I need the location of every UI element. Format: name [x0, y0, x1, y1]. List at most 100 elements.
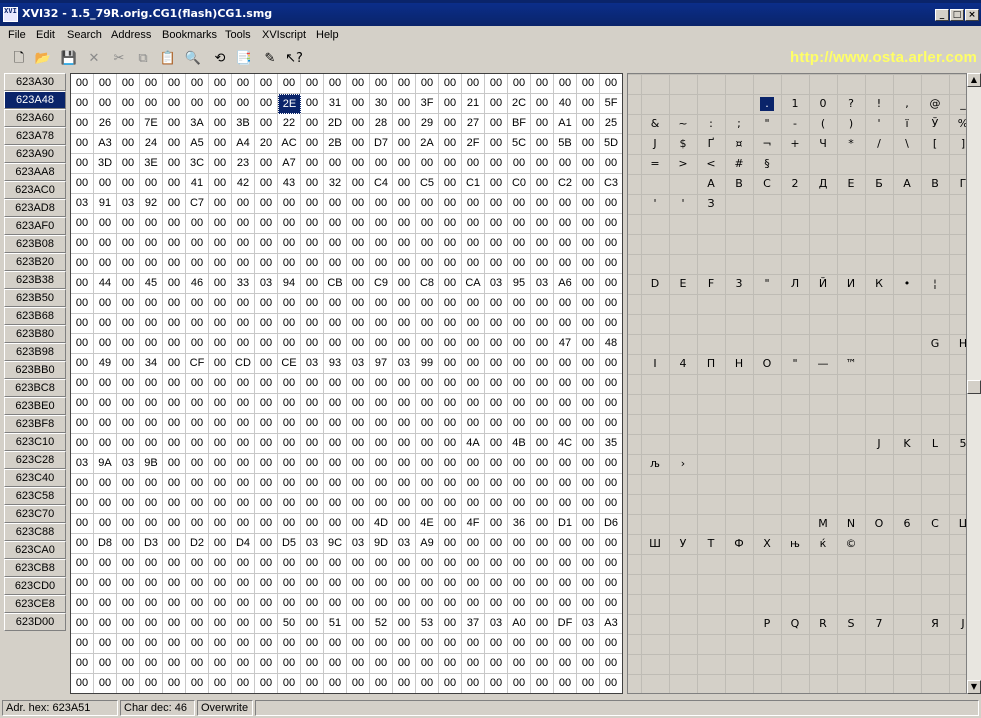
hex-cell[interactable]: 00: [71, 294, 94, 314]
hex-cell[interactable]: 5D: [600, 134, 622, 154]
text-cell[interactable]: [753, 314, 781, 334]
hex-cell[interactable]: 00: [485, 334, 508, 354]
hex-cell[interactable]: 00: [255, 494, 278, 514]
text-cell[interactable]: [865, 74, 893, 94]
hex-cell[interactable]: 00: [71, 394, 94, 414]
text-cell[interactable]: [725, 74, 753, 94]
hex-cell[interactable]: 00: [301, 274, 324, 294]
hex-cell[interactable]: 45: [140, 274, 163, 294]
hex-cell[interactable]: 00: [94, 234, 117, 254]
hex-cell[interactable]: 00: [370, 234, 393, 254]
hex-cell[interactable]: 00: [71, 674, 94, 693]
text-cell[interactable]: [725, 294, 753, 314]
hex-cell[interactable]: 00: [508, 214, 531, 234]
hex-cell[interactable]: 00: [324, 374, 347, 394]
text-cell[interactable]: [669, 434, 697, 454]
hex-cell[interactable]: 00: [186, 374, 209, 394]
hex-cell[interactable]: 00: [531, 114, 554, 134]
text-cell[interactable]: [837, 454, 865, 474]
text-cell[interactable]: [641, 674, 669, 693]
text-cell[interactable]: —: [809, 354, 837, 374]
hex-cell[interactable]: 00: [255, 414, 278, 434]
hex-cell[interactable]: 00: [117, 74, 140, 94]
address-row-label[interactable]: 623C10: [4, 433, 66, 451]
text-cell[interactable]: [753, 254, 781, 274]
hex-cell[interactable]: 00: [439, 494, 462, 514]
text-cell[interactable]: [781, 674, 809, 693]
hex-cell[interactable]: 00: [186, 494, 209, 514]
hex-cell[interactable]: 00: [439, 654, 462, 674]
hex-cell[interactable]: 00: [462, 554, 485, 574]
open-folder-icon[interactable]: 📂: [33, 50, 53, 68]
hex-cell[interactable]: CA: [462, 274, 485, 294]
hex-cell[interactable]: 00: [117, 554, 140, 574]
hex-cell[interactable]: 00: [416, 454, 439, 474]
hex-cell[interactable]: 35: [600, 434, 622, 454]
hex-cell[interactable]: 00: [416, 594, 439, 614]
text-cell[interactable]: [641, 294, 669, 314]
hex-cell[interactable]: 00: [71, 514, 94, 534]
hex-cell[interactable]: 00: [439, 674, 462, 693]
hex-cell[interactable]: 00: [163, 234, 186, 254]
hex-cell[interactable]: 00: [301, 374, 324, 394]
text-cell[interactable]: [809, 194, 837, 214]
hex-cell[interactable]: 00: [301, 74, 324, 94]
hex-cell[interactable]: 00: [255, 94, 278, 114]
text-cell[interactable]: [949, 354, 966, 374]
hex-cell[interactable]: 00: [209, 594, 232, 614]
text-cell[interactable]: [725, 634, 753, 654]
text-cell[interactable]: [781, 454, 809, 474]
text-cell[interactable]: 0: [809, 94, 837, 114]
hex-cell[interactable]: 00: [94, 94, 117, 114]
hex-cell[interactable]: 00: [485, 174, 508, 194]
hex-cell[interactable]: 00: [163, 334, 186, 354]
hex-cell[interactable]: 00: [531, 394, 554, 414]
hex-cell[interactable]: 00: [71, 214, 94, 234]
text-cell[interactable]: [669, 574, 697, 594]
hex-cell[interactable]: 3C: [186, 154, 209, 174]
hex-cell[interactable]: 00: [393, 174, 416, 194]
hex-cell[interactable]: 00: [324, 574, 347, 594]
hex-cell[interactable]: 95: [508, 274, 531, 294]
text-cell[interactable]: $: [669, 134, 697, 154]
hex-cell[interactable]: C4: [370, 174, 393, 194]
text-cell[interactable]: H: [949, 334, 966, 354]
hex-cell[interactable]: 00: [94, 594, 117, 614]
text-cell[interactable]: ¤: [725, 134, 753, 154]
hex-cell[interactable]: 00: [255, 554, 278, 574]
text-cell[interactable]: Ч: [809, 134, 837, 154]
hex-cell[interactable]: 00: [232, 634, 255, 654]
hex-cell[interactable]: 00: [209, 654, 232, 674]
hex-cell[interactable]: 00: [186, 594, 209, 614]
hex-cell[interactable]: 00: [508, 314, 531, 334]
hex-cell[interactable]: 00: [117, 634, 140, 654]
hex-cell[interactable]: 00: [255, 634, 278, 654]
hex-cell[interactable]: 00: [71, 634, 94, 654]
address-row-label[interactable]: 623A48: [4, 91, 66, 109]
hex-cell[interactable]: A6: [554, 274, 577, 294]
hex-cell[interactable]: 00: [301, 494, 324, 514]
hex-cell[interactable]: 00: [416, 294, 439, 314]
text-cell[interactable]: [893, 154, 921, 174]
hex-cell[interactable]: 00: [301, 474, 324, 494]
menu-address[interactable]: Address: [111, 29, 151, 41]
hex-cell[interactable]: 00: [163, 354, 186, 374]
text-cell[interactable]: [865, 214, 893, 234]
hex-cell[interactable]: 00: [232, 474, 255, 494]
text-cell[interactable]: [641, 234, 669, 254]
hex-cell[interactable]: 00: [416, 314, 439, 334]
text-cell[interactable]: [865, 154, 893, 174]
hex-cell[interactable]: 00: [462, 314, 485, 334]
hex-cell[interactable]: 00: [209, 414, 232, 434]
text-cell[interactable]: [669, 594, 697, 614]
text-cell[interactable]: [697, 374, 725, 394]
menu-edit[interactable]: Edit: [36, 29, 55, 41]
text-cell[interactable]: L: [921, 434, 949, 454]
text-cell[interactable]: [641, 514, 669, 534]
hex-cell[interactable]: 00: [347, 294, 370, 314]
hex-cell[interactable]: C1: [462, 174, 485, 194]
find-icon[interactable]: 🔍: [183, 50, 203, 68]
text-cell[interactable]: Е: [837, 174, 865, 194]
text-cell[interactable]: [893, 214, 921, 234]
hex-cell[interactable]: 00: [324, 474, 347, 494]
